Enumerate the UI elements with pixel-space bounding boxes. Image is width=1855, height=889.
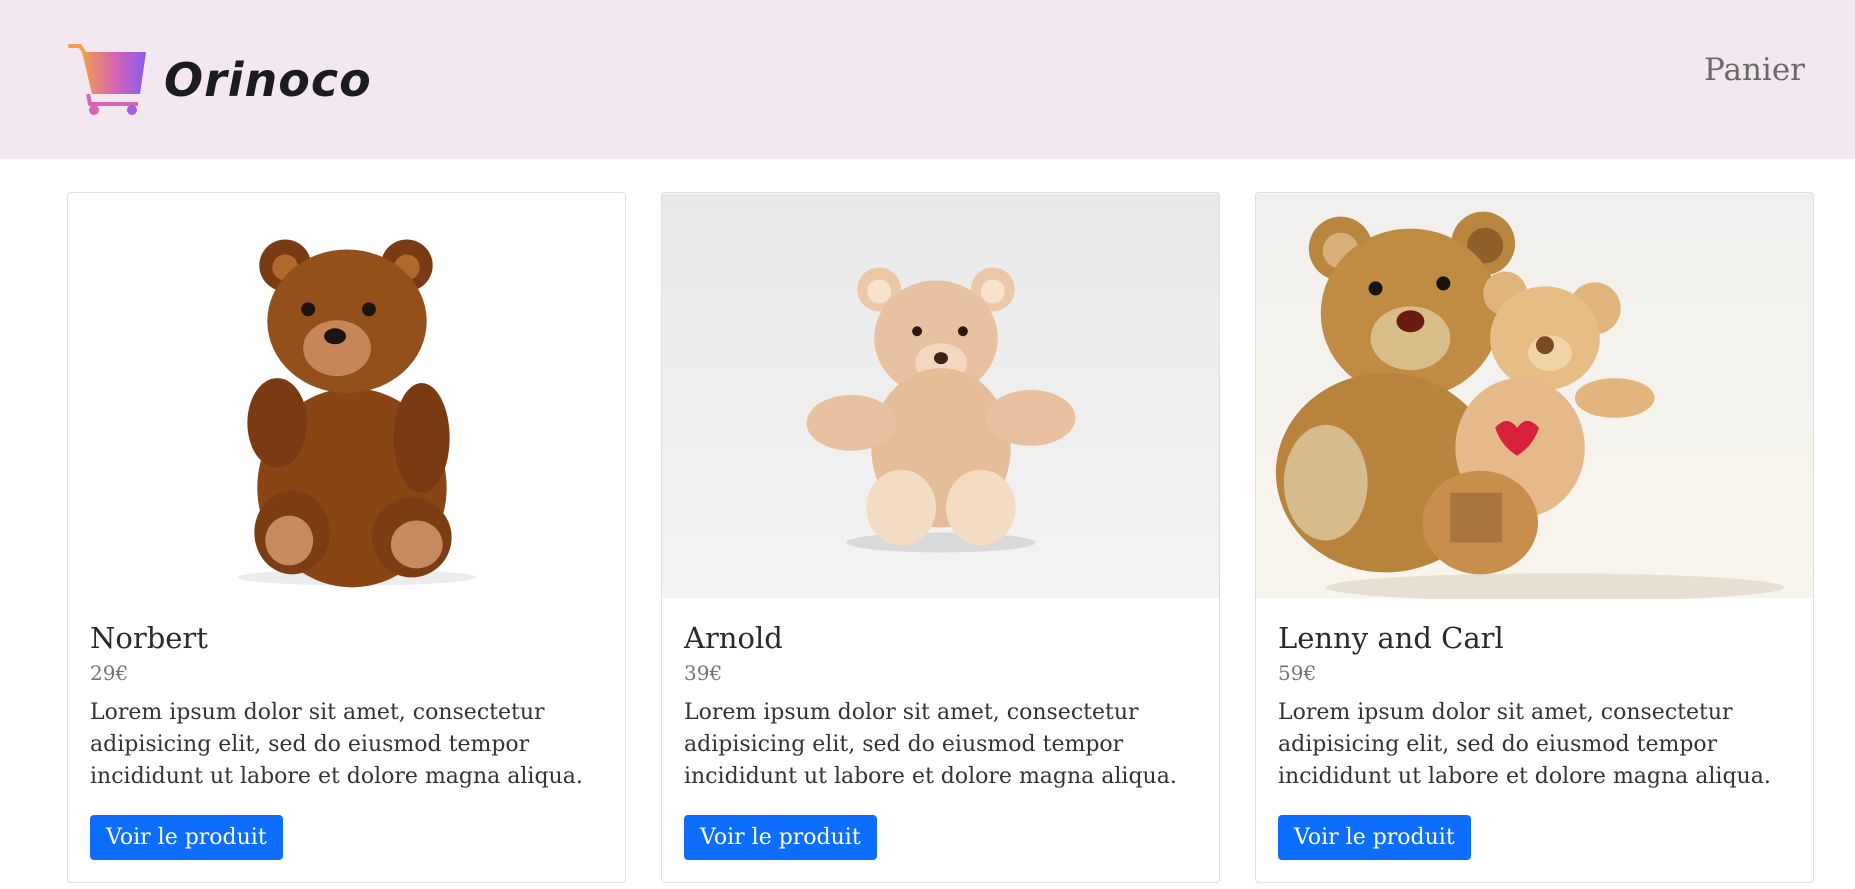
product-card: Norbert 29€ Lorem ipsum dolor sit amet, … — [67, 192, 626, 883]
brand-name: Orinoco — [164, 53, 372, 107]
product-image-lenny-and-carl — [1256, 193, 1813, 599]
product-price: 39€ — [684, 661, 723, 685]
product-name: Arnold — [684, 621, 783, 655]
product-name: Lenny and Carl — [1278, 621, 1504, 655]
shopping-cart-icon — [68, 44, 146, 115]
view-product-button[interactable]: Voir le produit — [684, 815, 877, 860]
product-description: Lorem ipsum dolor sit amet, consectetur … — [684, 700, 1177, 789]
view-product-button[interactable]: Voir le produit — [1278, 815, 1471, 860]
product-price: 59€ — [1278, 661, 1317, 685]
navbar: Orinoco Panier — [0, 0, 1855, 159]
product-card: Arnold 39€ Lorem ipsum dolor sit amet, c… — [661, 192, 1220, 883]
product-price: 29€ — [90, 661, 129, 685]
product-description: Lorem ipsum dolor sit amet, consectetur … — [1278, 700, 1771, 789]
card-body: Lenny and Carl 59€ Lorem ipsum dolor sit… — [1256, 599, 1813, 860]
product-card: Lenny and Carl 59€ Lorem ipsum dolor sit… — [1255, 192, 1814, 883]
view-product-button[interactable]: Voir le produit — [90, 815, 283, 860]
product-description: Lorem ipsum dolor sit amet, consectetur … — [90, 700, 583, 789]
brand-logo-link[interactable]: Orinoco — [68, 40, 372, 120]
product-list: Norbert 29€ Lorem ipsum dolor sit amet, … — [67, 192, 1814, 883]
card-body: Norbert 29€ Lorem ipsum dolor sit amet, … — [68, 599, 625, 860]
nav-cart-link[interactable]: Panier — [1704, 52, 1805, 88]
product-image-arnold — [662, 193, 1219, 599]
product-image-norbert — [68, 193, 625, 599]
card-body: Arnold 39€ Lorem ipsum dolor sit amet, c… — [662, 599, 1219, 860]
product-name: Norbert — [90, 621, 208, 655]
